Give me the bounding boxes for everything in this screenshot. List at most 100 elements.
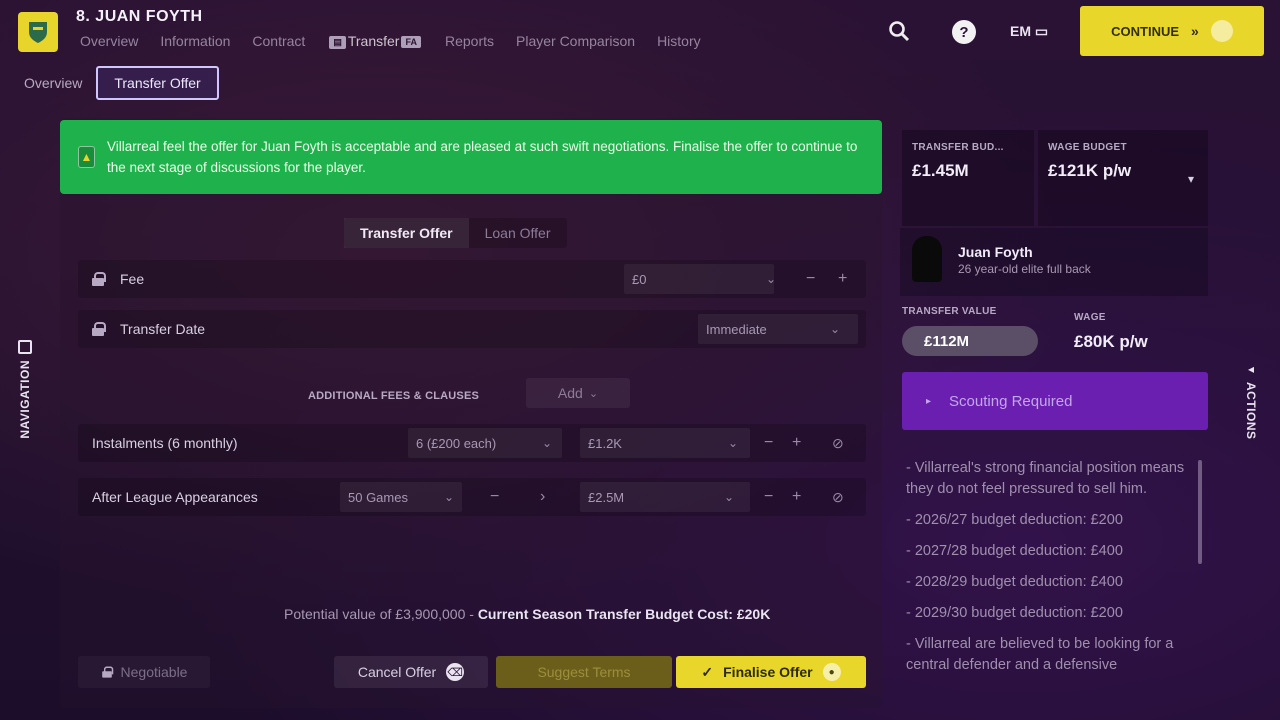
tab-history[interactable]: History	[657, 33, 701, 49]
subtab-transfer-offer[interactable]: Transfer Offer	[96, 66, 219, 100]
transfer-status-badge: FA	[401, 36, 421, 49]
player-card-description: 26 year-old elite full back	[958, 262, 1091, 276]
chevron-down-icon[interactable]: ⌄	[830, 322, 840, 336]
decrease-games-button[interactable]: −	[490, 488, 499, 506]
note-item: - Villarreal are believed to be looking …	[906, 636, 1174, 673]
player-avatar	[912, 236, 942, 282]
player-tabs: Overview Information Contract ▤ Transfer F…	[80, 33, 701, 49]
check-icon: ✓	[701, 663, 714, 680]
actions-icon: ◂	[1247, 362, 1255, 376]
actions-label: ACTIONS	[1244, 382, 1258, 440]
status-shield-icon	[1210, 20, 1233, 42]
search-icon[interactable]	[886, 18, 912, 44]
increase-appearance-fee-button[interactable]: +	[792, 488, 801, 506]
wage-label: WAGE	[1074, 312, 1106, 323]
scouting-required-button[interactable]: ▸ Scouting Required	[902, 372, 1208, 430]
instalments-label: Instalments (6 monthly)	[92, 435, 238, 451]
appearances-label: After League Appearances	[92, 489, 258, 505]
continue-button[interactable]: CONTINUE »	[1080, 6, 1264, 56]
lock-icon[interactable]	[92, 322, 106, 336]
increase-instalment-button[interactable]: +	[792, 434, 801, 452]
notes-scrollbar[interactable]	[1198, 460, 1202, 564]
chevron-down-icon[interactable]: ▾	[1188, 172, 1194, 186]
transfer-date-row: Transfer Date Immediate ⌄	[78, 310, 866, 348]
tab-reports[interactable]: Reports	[445, 33, 494, 49]
tab-information[interactable]: Information	[160, 33, 230, 49]
note-item: - 2028/29 budget deduction: £400	[906, 574, 1123, 590]
remove-clause-icon[interactable]: ⊘	[832, 489, 844, 506]
chevron-down-icon[interactable]: ⌄	[724, 490, 734, 504]
actions-side-tab[interactable]: ◂ ACTIONS	[1244, 362, 1258, 440]
increase-games-button[interactable]: ›	[540, 488, 545, 506]
increase-fee-button[interactable]: +	[838, 270, 847, 288]
fast-forward-icon: »	[1191, 23, 1199, 39]
wage-budget-label: WAGE BUDGET	[1048, 142, 1127, 153]
decrease-instalment-button[interactable]: −	[764, 434, 773, 452]
chevron-down-icon[interactable]: ⌄	[444, 490, 454, 504]
wage-budget-box[interactable]: WAGE BUDGET £121K p/w ▾	[1038, 130, 1208, 226]
help-icon[interactable]: ?	[952, 20, 976, 44]
transfer-budget-label: TRANSFER BUD...	[912, 142, 1004, 153]
lock-icon[interactable]	[92, 272, 106, 286]
fee-row: Fee £0 ⌄ − +	[78, 260, 866, 298]
offer-type-toggle: Transfer Offer Loan Offer	[344, 218, 567, 248]
club-crest-icon: ▲	[78, 146, 95, 168]
shortcut-key-icon: ⌫	[446, 663, 465, 681]
potential-value: Potential value of £3,900,000 -	[284, 606, 474, 622]
finalise-offer-button[interactable]: ✓ Finalise Offer ●	[676, 656, 866, 688]
tab-contract[interactable]: Contract	[252, 33, 305, 49]
wage-value: £80K p/w	[1074, 332, 1148, 351]
wage-budget-value: £121K p/w	[1048, 161, 1132, 180]
sub-tabs: Overview Transfer Offer	[24, 66, 219, 100]
chevron-down-icon[interactable]: ⌄	[542, 436, 552, 450]
scouting-label: Scouting Required	[949, 392, 1073, 410]
finalise-offer-label: Finalise Offer	[723, 664, 813, 680]
instalments-row: Instalments (6 monthly) 6 (£200 each) ⌄ …	[78, 424, 866, 462]
note-item: - Villarreal's strong financial position…	[906, 460, 1185, 497]
decrease-appearance-fee-button[interactable]: −	[764, 488, 773, 506]
alert-text: Villarreal feel the offer for Juan Foyth…	[106, 139, 858, 175]
add-clause-button[interactable]: Add ⌄	[526, 378, 630, 408]
fee-label: Fee	[120, 271, 145, 287]
suggest-terms-button[interactable]: Suggest Terms	[496, 656, 672, 688]
tab-overview[interactable]: Overview	[80, 33, 138, 49]
continue-label: CONTINUE	[1111, 23, 1180, 39]
transfer-value-label: TRANSFER VALUE	[902, 306, 997, 317]
player-card-name: Juan Foyth	[958, 244, 1033, 260]
manager-status-indicator[interactable]: EM ▭	[1010, 23, 1048, 40]
arrow-right-icon: ▸	[926, 395, 932, 407]
tab-transfer-badge: ▤	[329, 35, 346, 49]
navigation-label: NAVIGATION	[18, 360, 32, 439]
negotiation-notes: - Villarreal's strong financial position…	[906, 458, 1186, 698]
tab-player-comparison[interactable]: Player Comparison	[516, 33, 635, 49]
tab-transfer[interactable]: ▤ Transfer FA	[327, 33, 423, 49]
chevron-down-icon[interactable]: ⌄	[766, 272, 776, 286]
note-item: - 2026/27 budget deduction: £200	[906, 512, 1123, 528]
transfer-budget-box[interactable]: TRANSFER BUD... £1.45M	[902, 130, 1034, 226]
transfer-budget-value: £1.45M	[912, 161, 969, 180]
offer-acceptable-alert: ▲ Villarreal feel the offer for Juan Foy…	[60, 120, 882, 194]
loan-offer-toggle[interactable]: Loan Offer	[469, 218, 567, 248]
subtab-overview[interactable]: Overview	[24, 75, 82, 91]
appearances-row: After League Appearances 50 Games ⌄ − › …	[78, 478, 866, 516]
budget-cost: Current Season Transfer Budget Cost: £20…	[477, 606, 771, 622]
transfer-offer-toggle[interactable]: Transfer Offer	[344, 218, 469, 248]
player-name-title: 8. JUAN FOYTH	[76, 8, 203, 25]
navigation-side-tab[interactable]: NAVIGATION	[18, 340, 32, 439]
shortcut-key-icon: ●	[822, 663, 841, 681]
remove-clause-icon[interactable]: ⊘	[832, 435, 844, 452]
suggest-terms-label: Suggest Terms	[537, 664, 631, 680]
navigation-icon	[18, 340, 32, 354]
lock-icon	[101, 666, 113, 678]
chevron-down-icon[interactable]: ⌄	[728, 436, 738, 450]
fee-input[interactable]: £0	[624, 264, 774, 294]
decrease-fee-button[interactable]: −	[806, 270, 815, 288]
note-item: - 2027/28 budget deduction: £400	[906, 543, 1123, 559]
chevron-down-icon: ⌄	[588, 387, 599, 400]
club-badge-icon[interactable]	[18, 12, 58, 52]
instalments-count-select[interactable]: 6 (£200 each)	[408, 428, 562, 458]
note-item: - 2029/30 budget deduction: £200	[906, 605, 1123, 621]
cancel-offer-button[interactable]: Cancel Offer ⌫	[334, 656, 488, 688]
negotiable-button[interactable]: Negotiable	[78, 656, 210, 688]
instalments-amount-input[interactable]: £1.2K	[580, 428, 750, 458]
